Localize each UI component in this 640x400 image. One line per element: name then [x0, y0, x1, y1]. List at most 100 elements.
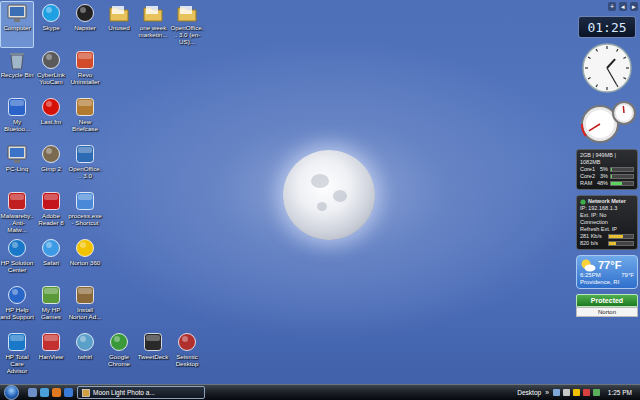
monitor-reading: 48% — [597, 180, 608, 187]
desktop-shortcut[interactable]: HP Total Care Advisor — [0, 330, 34, 377]
shortcut-label: Adobe Reader 8 — [34, 212, 68, 226]
program-icon — [74, 191, 96, 211]
norton-icon — [74, 238, 96, 258]
monitor-track — [610, 174, 634, 179]
sidebar-control-button[interactable]: ◂ — [619, 2, 627, 11]
network-icon[interactable] — [553, 389, 560, 396]
battery-icon[interactable] — [593, 389, 600, 396]
desktop-shortcut[interactable]: Gimp 2 — [34, 142, 68, 189]
desktop-shortcut[interactable]: Malwareby... Anti-Malw... — [0, 189, 34, 236]
monitor-row: Core23% — [580, 173, 634, 180]
shortcut-label: Google Chrome — [102, 353, 136, 367]
desktop-shortcut[interactable]: one week marketin... — [136, 1, 170, 48]
monitor-label: Core2 — [580, 173, 595, 180]
sidebar-control-button[interactable]: ▸ — [630, 2, 638, 11]
volume-icon[interactable] — [563, 389, 570, 396]
taskbar-clock[interactable]: 1:25 PM — [608, 389, 632, 396]
toolbar-chevron[interactable]: » — [545, 389, 549, 396]
network-title: Network Meter — [588, 198, 626, 205]
shortcut-label: Computer — [0, 24, 34, 31]
memory-summary: 2GB | 949MB | 1082MB — [580, 152, 634, 166]
sidebar-controls: +◂▸ — [576, 2, 638, 11]
network-reading: 281 Kb/s — [580, 233, 606, 240]
desktop-shortcut[interactable]: New Briefcase — [68, 95, 102, 142]
desktop-shortcut[interactable]: HanView — [34, 330, 68, 377]
switch-windows-icon[interactable] — [40, 388, 49, 397]
security-icon[interactable] — [583, 389, 590, 396]
tweetdeck-icon — [142, 332, 164, 352]
shortcut-label: Norton 360 — [68, 259, 102, 266]
start-button[interactable] — [4, 385, 19, 400]
shortcut-label: HP Help and Support — [0, 306, 34, 320]
ie-icon[interactable] — [64, 388, 73, 397]
desktop-shortcut[interactable]: Napster — [68, 1, 102, 48]
desktop: ComputerSkypeNapsterUnusedone week marke… — [0, 0, 640, 400]
network-meter: Network MeterIP: 192.168.1.3Ext. IP: No … — [576, 195, 638, 250]
safari-icon — [40, 238, 62, 258]
digital-clock: 01:25 — [578, 16, 636, 38]
folder-icon — [176, 3, 198, 23]
desktop-shortcut[interactable]: Recycle Bin — [0, 48, 34, 95]
network-header: Network Meter — [580, 198, 634, 205]
taskbar-button[interactable]: Moon Light Photo a... — [77, 386, 205, 399]
desktop-shortcut[interactable]: Seismic Desktop — [170, 330, 204, 377]
shortcut-label: CyberLink YouCam — [34, 71, 68, 85]
monitor-track — [610, 167, 634, 172]
desktop-shortcut[interactable]: twhirl — [68, 330, 102, 377]
shortcut-label: OpenOffice... 3.0 (en-US)... — [170, 24, 204, 45]
shortcut-label: Safari — [34, 259, 68, 266]
desktop-shortcut[interactable]: Google Chrome — [102, 330, 136, 377]
norton-brand: Norton — [576, 307, 638, 317]
desktop-shortcut[interactable]: OpenOffice... 3.0 — [68, 142, 102, 189]
window-icon — [82, 389, 90, 397]
desktop-shortcut[interactable]: Skype — [34, 1, 68, 48]
lastfm-icon — [40, 97, 62, 117]
games-icon — [40, 285, 62, 305]
network-track — [608, 241, 634, 246]
monitor-row: Core15% — [580, 166, 634, 173]
network-line: Refresh Ext. IP — [580, 226, 634, 233]
shortcut-label: HP Total Care Advisor — [0, 353, 34, 374]
shortcut-label: Gimp 2 — [34, 165, 68, 172]
desktop-shortcut[interactable]: CyberLink YouCam — [34, 48, 68, 95]
clock-time: 01:25 — [587, 20, 626, 35]
desktop-shortcut[interactable]: Adobe Reader 8 — [34, 189, 68, 236]
desktop-shortcut[interactable]: TweetDeck — [136, 330, 170, 377]
desktop-shortcut[interactable]: process.exe - Shortcut — [68, 189, 102, 236]
desktop-shortcut[interactable]: Computer — [0, 1, 34, 48]
wallpaper-moon — [283, 150, 375, 240]
malwarebytes-icon — [6, 191, 28, 211]
weather-temperature: 77°F — [598, 259, 621, 272]
desktop-shortcut[interactable]: Install Norton Ad... — [68, 283, 102, 330]
firefox-icon[interactable] — [52, 388, 61, 397]
briefcase-icon — [74, 97, 96, 117]
norton-tray-icon[interactable] — [573, 389, 580, 396]
desktop-shortcut[interactable]: OpenOffice... 3.0 (en-US)... — [170, 1, 204, 48]
shortcut-label: Install Norton Ad... — [68, 306, 102, 320]
desktop-shortcut[interactable]: Norton 360 — [68, 236, 102, 283]
shortcut-label: Malwareby... Anti-Malw... — [0, 212, 34, 233]
openoffice-icon — [74, 144, 96, 164]
desktop-toolbar[interactable]: Desktop — [517, 389, 541, 396]
desktop-shortcut[interactable]: My HP Games — [34, 283, 68, 330]
sidebar-control-button[interactable]: + — [608, 2, 616, 11]
desktop-shortcut[interactable]: HP Solution Center — [0, 236, 34, 283]
desktop-shortcut[interactable]: Safari — [34, 236, 68, 283]
show-desktop-icon[interactable] — [28, 388, 37, 397]
gimp-icon — [40, 144, 62, 164]
desktop-shortcut[interactable]: My Bluetoo... — [0, 95, 34, 142]
monitor-fill — [611, 168, 612, 171]
desktop-shortcut[interactable]: HP Help and Support — [0, 283, 34, 330]
weather-top: 77°F — [580, 258, 634, 272]
norton-status: Protected — [576, 294, 638, 307]
desktop-shortcut[interactable]: Revo Uninstaller — [68, 48, 102, 95]
desktop-shortcut[interactable]: Unused — [102, 1, 136, 48]
help-icon — [6, 285, 28, 305]
network-globe-icon — [580, 199, 586, 205]
desktop-shortcut[interactable]: PC-Linq — [0, 142, 34, 189]
shortcut-label: Recycle Bin — [0, 71, 34, 78]
hanview-icon — [40, 332, 62, 352]
shortcut-label: process.exe - Shortcut — [68, 212, 102, 226]
shortcut-label: My Bluetoo... — [0, 118, 34, 132]
desktop-shortcut[interactable]: Last.fm — [34, 95, 68, 142]
